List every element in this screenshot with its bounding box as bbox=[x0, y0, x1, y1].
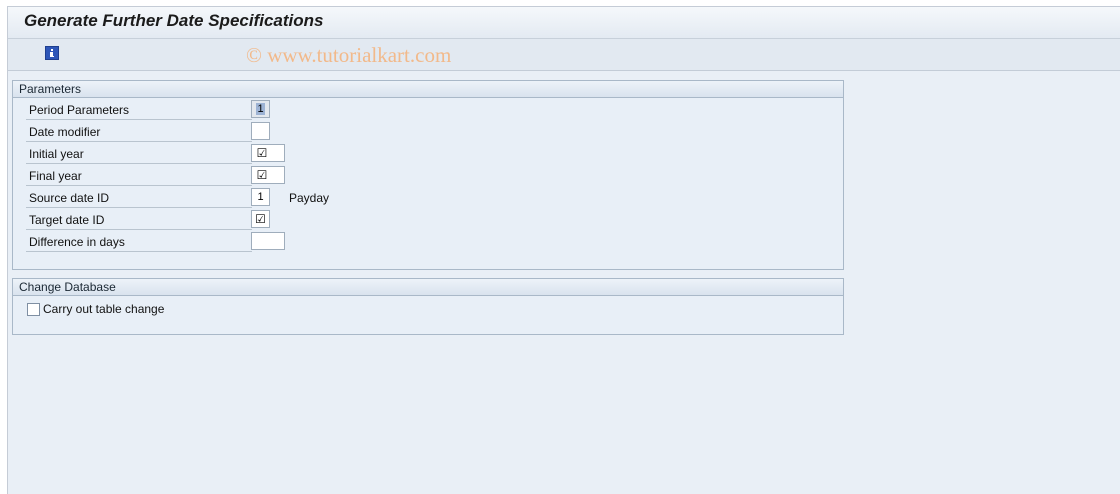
difference-in-days-label: Difference in days bbox=[26, 235, 252, 252]
info-icon[interactable] bbox=[45, 46, 59, 60]
row-difference-in-days: Difference in days bbox=[13, 230, 843, 252]
final-year-field[interactable]: ☑ bbox=[251, 166, 285, 184]
parameters-header: Parameters bbox=[13, 81, 843, 98]
row-source-date-id: Source date ID 1 Payday bbox=[13, 186, 843, 208]
check-icon: ☑ bbox=[256, 146, 268, 160]
row-target-date-id: Target date ID ☑ bbox=[13, 208, 843, 230]
change-database-group: Change Database Carry out table change bbox=[12, 278, 844, 335]
row-final-year: Final year ☑ bbox=[13, 164, 843, 186]
row-period-parameters: Period Parameters 1 bbox=[13, 98, 843, 120]
parameters-group: Parameters Period Parameters 1 Date modi… bbox=[12, 80, 844, 270]
difference-in-days-field[interactable] bbox=[251, 232, 285, 250]
source-date-id-field[interactable]: 1 bbox=[251, 188, 270, 206]
initial-year-field[interactable]: ☑ bbox=[251, 144, 285, 162]
target-date-id-field[interactable]: ☑ bbox=[251, 210, 270, 228]
date-modifier-label: Date modifier bbox=[26, 125, 252, 142]
initial-year-label: Initial year bbox=[26, 147, 252, 164]
date-modifier-field[interactable] bbox=[251, 122, 270, 140]
check-icon: ☑ bbox=[256, 168, 268, 182]
carry-out-table-change-label: Carry out table change bbox=[43, 302, 165, 316]
target-date-id-label: Target date ID bbox=[26, 213, 252, 230]
watermark: © www.tutorialkart.com bbox=[246, 43, 452, 67]
row-initial-year: Initial year ☑ bbox=[13, 142, 843, 164]
period-parameters-field[interactable]: 1 bbox=[251, 100, 270, 118]
row-date-modifier: Date modifier bbox=[13, 120, 843, 142]
page-title: Generate Further Date Specifications bbox=[24, 11, 324, 30]
carry-out-table-change-checkbox[interactable] bbox=[27, 303, 40, 316]
source-date-id-label: Source date ID bbox=[26, 191, 252, 208]
sap-window: Generate Further Date Specifications © w… bbox=[7, 6, 1120, 494]
change-database-header: Change Database bbox=[13, 279, 843, 296]
source-date-id-description: Payday bbox=[289, 191, 330, 205]
application-toolbar: © www.tutorialkart.com bbox=[8, 39, 1120, 71]
final-year-label: Final year bbox=[26, 169, 252, 186]
check-icon: ☑ bbox=[255, 212, 266, 226]
period-parameters-label: Period Parameters bbox=[26, 103, 252, 120]
title-bar: Generate Further Date Specifications bbox=[8, 7, 1120, 39]
